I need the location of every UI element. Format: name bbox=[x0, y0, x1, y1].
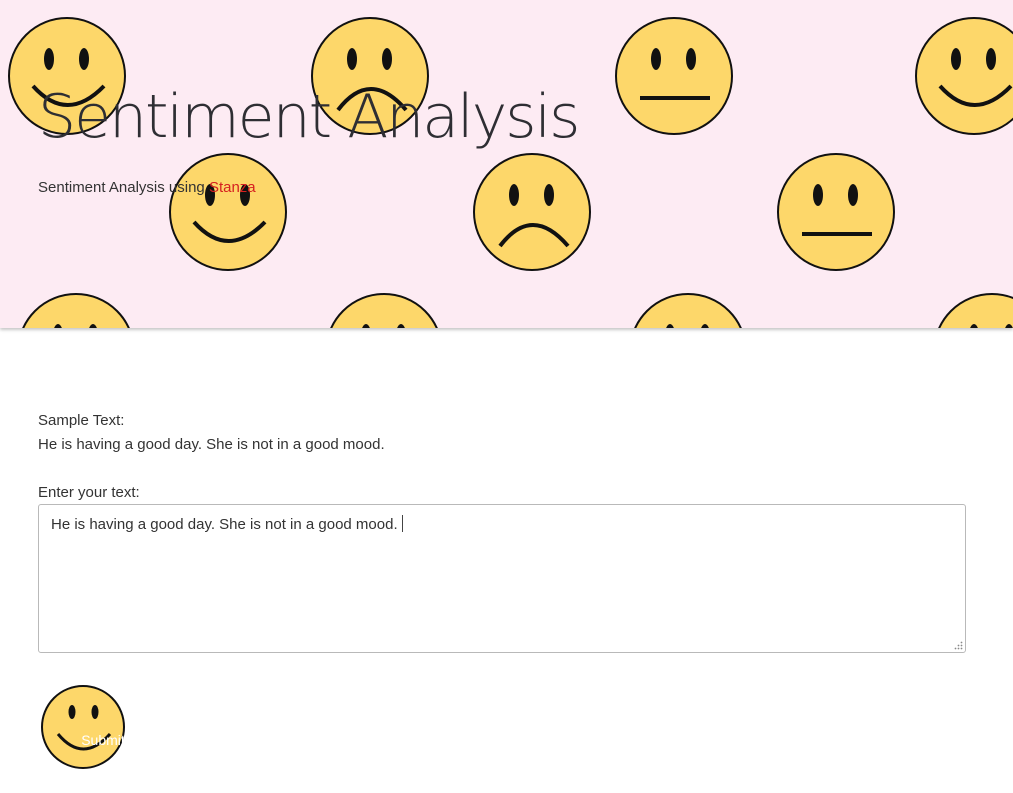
text-input-value: He is having a good day. She is not in a… bbox=[51, 516, 398, 533]
page-subtitle: Sentiment Analysis using Stanza bbox=[38, 179, 256, 196]
neutral-face-icon bbox=[628, 292, 748, 328]
submit-label: Submit bbox=[81, 732, 125, 748]
text-input[interactable]: He is having a good day. She is not in a… bbox=[38, 504, 966, 653]
text-cursor bbox=[401, 515, 403, 532]
sad-face-icon bbox=[324, 292, 444, 328]
stanza-link[interactable]: Stanza bbox=[209, 179, 256, 196]
resize-grip-icon[interactable] bbox=[954, 641, 963, 650]
sample-text: He is having a good day. She is not in a… bbox=[38, 436, 385, 453]
sad-face-icon bbox=[472, 152, 592, 272]
neutral-face-icon bbox=[614, 16, 734, 136]
sample-text-label: Sample Text: bbox=[38, 412, 125, 429]
subtitle-text: Sentiment Analysis using bbox=[38, 179, 209, 196]
hero-banner: Sentiment Analysis Sentiment Analysis us… bbox=[0, 0, 1013, 328]
page-title: Sentiment Analysis bbox=[38, 82, 580, 152]
neutral-face-icon bbox=[776, 152, 896, 272]
happy-face-icon bbox=[932, 292, 1013, 328]
happy-face-icon bbox=[168, 152, 288, 272]
input-label: Enter your text: bbox=[38, 484, 140, 501]
happy-face-icon bbox=[16, 292, 136, 328]
submit-button[interactable]: Submit bbox=[40, 684, 126, 770]
happy-face-icon bbox=[914, 16, 1013, 136]
happy-face-icon bbox=[41, 685, 125, 769]
